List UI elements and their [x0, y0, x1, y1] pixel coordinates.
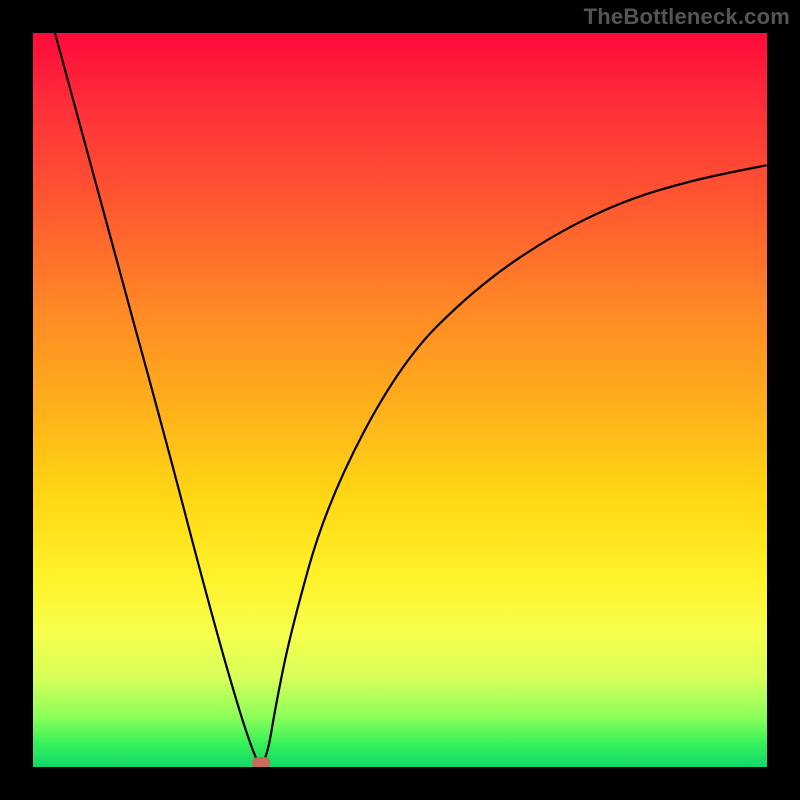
bottleneck-curve [33, 33, 767, 767]
chart-frame: TheBottleneck.com [0, 0, 800, 800]
watermark-text: TheBottleneck.com [584, 4, 790, 30]
plot-area [33, 33, 767, 767]
optimal-point-marker [252, 757, 270, 767]
